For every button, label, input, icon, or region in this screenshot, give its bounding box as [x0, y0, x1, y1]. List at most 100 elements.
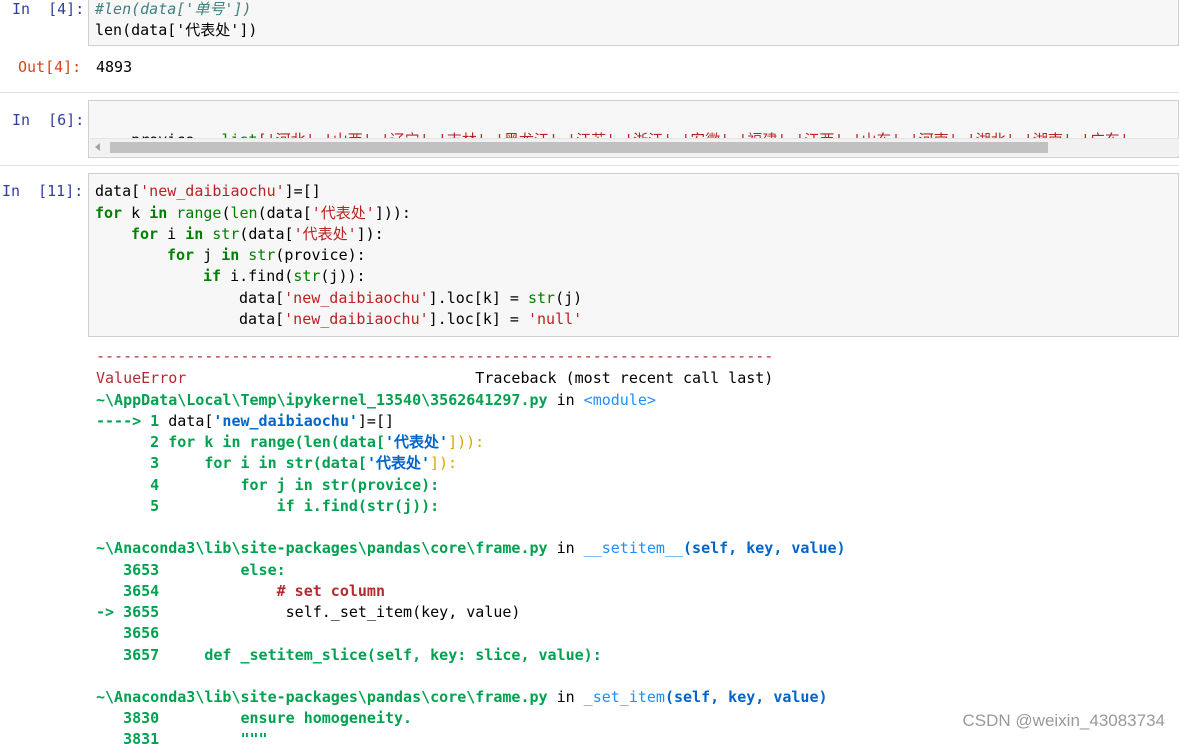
- scroll-left-arrow-icon[interactable]: [95, 143, 100, 151]
- code-token: 'new_daibiaochu': [140, 182, 285, 200]
- code-token: for j in str(provice):: [168, 476, 440, 494]
- line-number: 3831: [96, 730, 169, 748]
- cell-11-input[interactable]: data['new_daibiaochu']=[] for k in range…: [88, 173, 1179, 337]
- code-token: k: [122, 204, 150, 222]
- line-number: 3654: [96, 582, 169, 600]
- code-token: '代表处': [366, 454, 430, 472]
- line-number: 3657: [96, 646, 169, 664]
- frame-in: in: [547, 539, 584, 557]
- code-token: i.find(: [221, 267, 294, 285]
- error-name: ValueError: [96, 369, 187, 387]
- cell-4-code-line-1: #len(data['单号']): [95, 0, 252, 18]
- code-token: ]):: [430, 454, 458, 472]
- frame-1-header: ~\AppData\Local\Temp\ipykernel_13540\356…: [96, 390, 656, 411]
- code-token: for: [131, 225, 159, 243]
- cell-11-code-line-6: data['new_daibiaochu'].loc[k] = str(j): [239, 288, 582, 309]
- frame-2-line-1: 3653 else:: [96, 560, 286, 581]
- horizontal-scrollbar[interactable]: [90, 138, 1179, 156]
- code-token: data[: [239, 289, 285, 307]
- code-token: str: [293, 267, 321, 285]
- code-token: data[: [95, 182, 141, 200]
- frame-path: ~\Anaconda3\lib\site-packages\pandas\cor…: [96, 539, 548, 557]
- frame-3-line-1: 3830 ensure homogeneity.: [96, 708, 412, 729]
- cell-4-code-line-2: len(data['代表处']): [95, 21, 258, 39]
- code-token: ]=[]: [357, 412, 395, 430]
- code-token: """: [168, 730, 268, 748]
- line-number: 3: [96, 454, 169, 472]
- cell-11-code-line-2: for k in range(len(data['代表处'])):: [95, 203, 411, 224]
- code-token: str: [248, 246, 276, 264]
- code-token: str: [528, 289, 556, 307]
- csdn-watermark: CSDN @weixin_43083734: [962, 711, 1165, 730]
- code-token: (data[: [257, 204, 312, 222]
- line-number: 5: [96, 497, 169, 515]
- frame-func: <module>: [583, 391, 656, 409]
- cell-4-in-prompt: In [4]:: [12, 0, 85, 18]
- frame-2-line-4: 3656: [96, 623, 168, 644]
- cell-6-code-line: provice = list['河北','山西','辽宁','吉林','黑龙江'…: [95, 109, 1129, 149]
- code-token: '代表处': [385, 433, 449, 451]
- line-number: 2: [96, 433, 169, 451]
- code-token: '代表处': [311, 204, 375, 222]
- frame-1-line-5: 5 if i.find(str(j)):: [96, 496, 439, 517]
- code-token: for: [95, 204, 123, 222]
- code-token: # set column: [168, 582, 385, 600]
- code-token: j: [194, 246, 222, 264]
- traceback-dashes: ----------------------------------------…: [96, 347, 774, 365]
- code-token: 'new_daibiaochu': [284, 289, 429, 307]
- code-token: else:: [168, 561, 286, 579]
- frame-1-line-2: 2 for k in range(len(data['代表处'])):: [96, 432, 484, 453]
- code-token: in: [149, 204, 168, 222]
- cell-11-code-line-5: if i.find(str(j)):: [203, 266, 366, 287]
- frame-func: __setitem__: [583, 539, 684, 557]
- frame-2-line-2: 3654 # set column: [96, 581, 385, 602]
- cell-11-code-line-3: for i in str(data['代表处']):: [131, 224, 384, 245]
- code-token: ].loc[k] =: [428, 289, 528, 307]
- frame-1-line-4: 4 for j in str(provice):: [96, 475, 439, 496]
- frame-3-header: ~\Anaconda3\lib\site-packages\pandas\cor…: [96, 687, 828, 708]
- code-token: 'new_daibiaochu': [213, 412, 358, 430]
- code-token: ]=[]: [284, 182, 321, 200]
- code-token: ensure homogeneity.: [168, 709, 413, 727]
- frame-1-line-1: ----> 1 data['new_daibiaochu']=[]: [96, 411, 394, 432]
- code-token: 'null': [528, 310, 583, 328]
- scrollbar-thumb[interactable]: [110, 142, 1048, 153]
- code-token: 'new_daibiaochu': [284, 310, 429, 328]
- code-token: len: [230, 204, 258, 222]
- code-token: if: [203, 267, 222, 285]
- code-token: data[: [168, 412, 214, 430]
- code-token: for k in range(len(data[: [168, 433, 385, 451]
- cell-11-code-line-4: for j in str(provice):: [167, 245, 366, 266]
- traceback-label: Traceback (most recent call last): [186, 369, 774, 387]
- frame-path: ~\AppData\Local\Temp\ipykernel_13540\356…: [96, 391, 548, 409]
- cell-11-code-line-1: data['new_daibiaochu']=[]: [95, 181, 321, 202]
- frame-1-line-3: 3 for i in str(data['代表处']):: [96, 453, 457, 474]
- cell-11-in-prompt: In [11]:: [2, 182, 84, 200]
- frame-func: _set_item: [583, 688, 665, 706]
- code-token: str: [212, 225, 240, 243]
- frame-2-header: ~\Anaconda3\lib\site-packages\pandas\cor…: [96, 538, 846, 559]
- cell-11-code-line-7: data['new_daibiaochu'].loc[k] = 'null': [239, 309, 582, 330]
- cell-4-input[interactable]: #len(data['单号']) len(data['代表处']): [88, 0, 1179, 46]
- frame-in: in: [547, 688, 584, 706]
- code-token: ])):: [448, 433, 485, 451]
- traceback-header: ValueError Traceback (most recent call l…: [96, 368, 773, 389]
- frame-args: (self, key, value): [664, 688, 828, 706]
- code-token: (data[: [239, 225, 294, 243]
- code-token: ])):: [374, 204, 411, 222]
- code-token: ]):: [356, 225, 384, 243]
- line-number: 3656: [96, 624, 169, 642]
- frame-args: (self, key, value): [683, 539, 846, 557]
- line-number: 3653: [96, 561, 169, 579]
- cell-divider: [0, 92, 1179, 93]
- frame-path: ~\Anaconda3\lib\site-packages\pandas\cor…: [96, 688, 548, 706]
- code-token: i: [158, 225, 186, 243]
- code-token: (j)):: [320, 267, 366, 285]
- line-number: 4: [96, 476, 169, 494]
- frame-2-line-5: 3657 def _setitem_slice(self, key: slice…: [96, 645, 602, 666]
- frame-3-line-2: 3831 """: [96, 729, 268, 750]
- cell-6-in-prompt: In [6]:: [12, 111, 85, 129]
